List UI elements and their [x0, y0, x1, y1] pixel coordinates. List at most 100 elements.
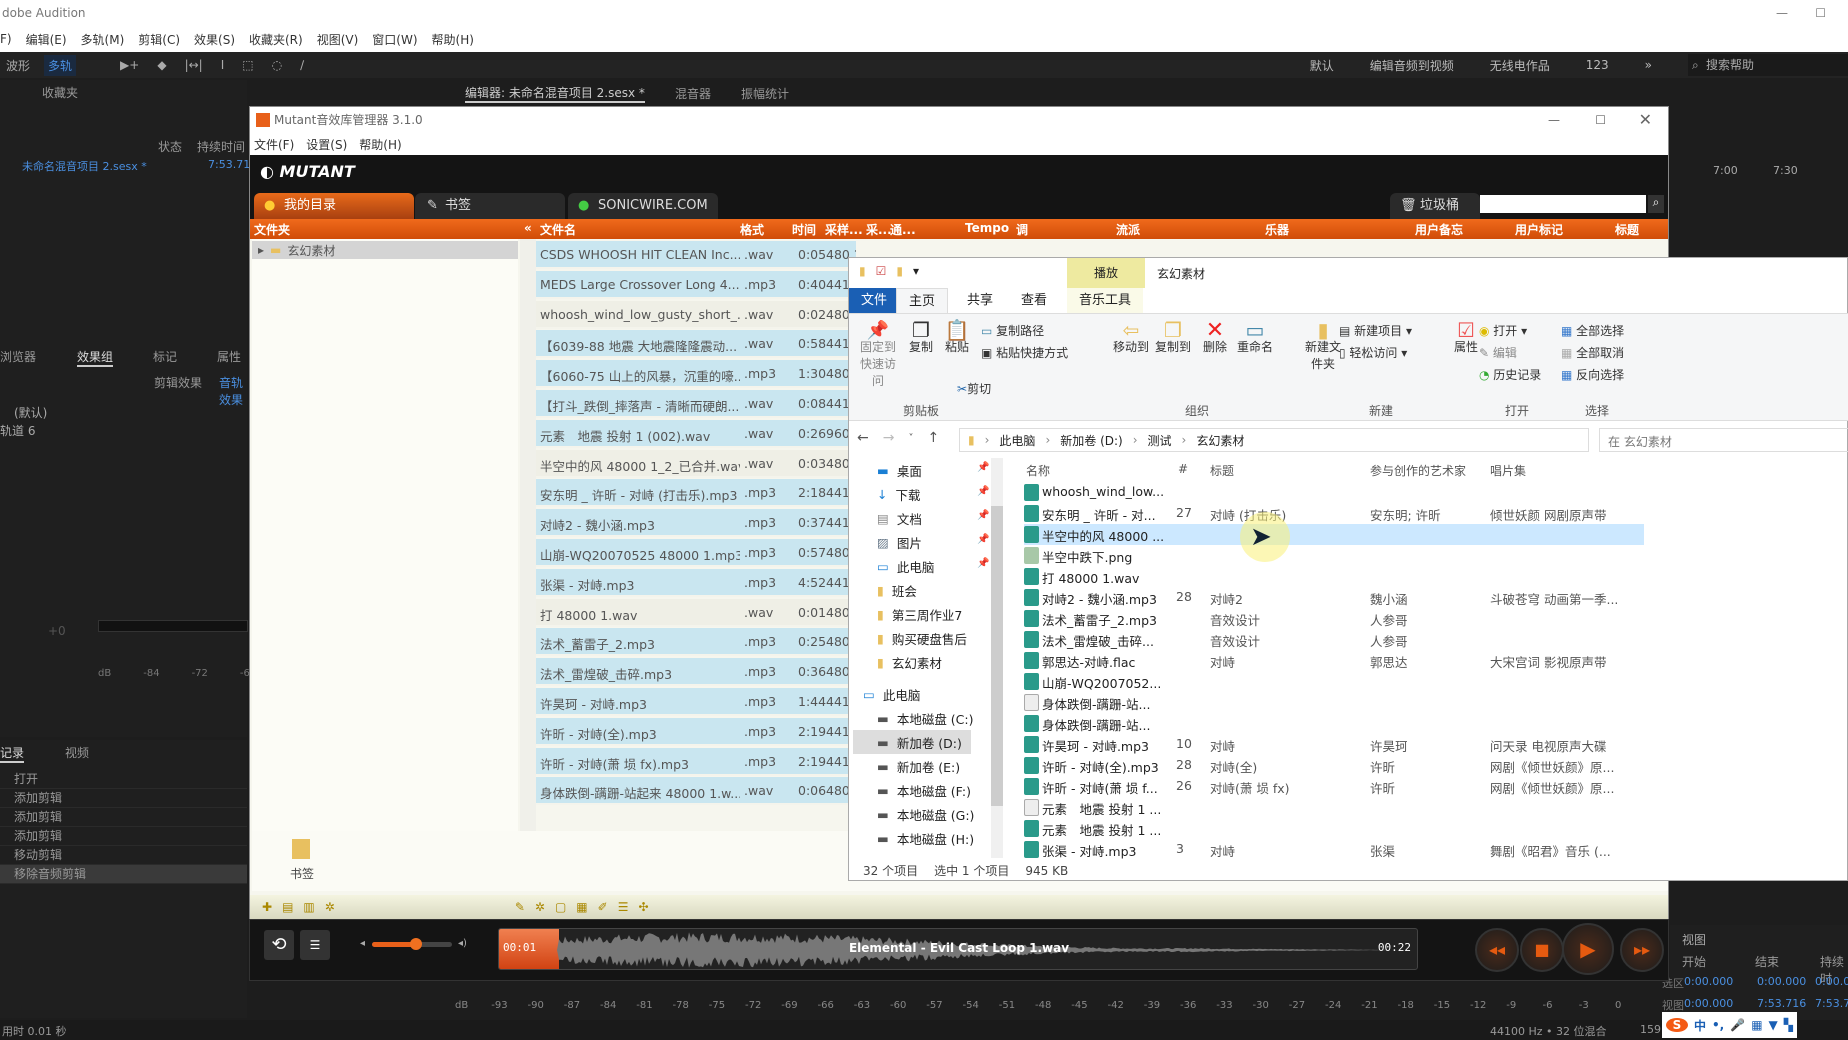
file-row[interactable]: 元素 地震 投射 1 (002).wav.wav0:26960...: [536, 419, 856, 448]
recent-dropdown[interactable]: ˅: [908, 433, 913, 444]
breadcrumb-item[interactable]: 玄幻素材: [1196, 432, 1244, 449]
search-icon[interactable]: ⌕: [1648, 195, 1664, 213]
marquee-tool-icon[interactable]: ⬚: [238, 56, 257, 74]
tab-view[interactable]: 查看: [1009, 288, 1059, 313]
view-start[interactable]: 0:00.000: [1684, 997, 1733, 1010]
file-row[interactable]: 许昕 - 对峙(全).mp3.mp32:19441...: [536, 717, 856, 746]
file-row[interactable]: MEDS Large Crossover Long 4... .mp3 0:40 44…: [536, 270, 856, 299]
file-row[interactable]: 【打斗_跌倒_摔落声 - 清晰而硬朗....wav0:08441...: [536, 390, 856, 418]
time-selection-tool-icon[interactable]: I: [217, 56, 229, 74]
explorer-search-input[interactable]: 在 玄幻素材: [1599, 428, 1848, 452]
copy-path-button[interactable]: ▭ 复制路径: [981, 322, 1044, 339]
col-format[interactable]: 格式: [740, 221, 764, 238]
col-key[interactable]: 调: [1016, 221, 1028, 238]
breadcrumb-separator[interactable]: ›: [1182, 433, 1187, 447]
keyboard-icon[interactable]: ▦: [1751, 1018, 1762, 1032]
rename-button[interactable]: ▭ 重命名: [1235, 320, 1275, 356]
slip-tool-icon[interactable]: |↔|: [181, 56, 207, 74]
gear-icon[interactable]: ✲: [535, 900, 545, 914]
history-item[interactable]: 添加剪辑: [0, 789, 247, 808]
selection-end[interactable]: 0:00.000: [1757, 975, 1806, 988]
file-row[interactable]: 安东明 _ 许昕 - 对... 27 对峙 (打击乐) 安东明; 许昕 倾世妖颜 网剧原…: [1024, 503, 1644, 524]
nav-item[interactable]: ▬ 桌面: [877, 458, 922, 482]
col-sample-rate[interactable]: 采样...: [825, 221, 863, 238]
col-name[interactable]: 名称: [1026, 462, 1050, 479]
breadcrumb-separator[interactable]: ›: [985, 433, 990, 447]
col-tempo[interactable]: Tempo: [965, 221, 1009, 235]
maximize-button[interactable]: ☐: [1815, 0, 1826, 26]
preset-select[interactable]: (默认): [14, 404, 47, 421]
waveform-seekbar[interactable]: 00:01 Elemental - Evil Cast Loop 1.wav 0…: [498, 928, 1418, 970]
col-title[interactable]: 标题: [1210, 462, 1234, 479]
file-row[interactable]: 打 48000 1.wav.wav0:01480...: [536, 598, 856, 627]
waveform-icon[interactable]: ✣: [638, 900, 648, 914]
open-button[interactable]: ◉ 打开 ▾: [1479, 322, 1527, 339]
workspace-radio[interactable]: 无线电作品: [1490, 57, 1550, 74]
skin-icon[interactable]: ▼: [1769, 1018, 1778, 1032]
lasso-tool-icon[interactable]: ◌: [268, 56, 286, 74]
sogou-icon[interactable]: S: [1666, 1018, 1688, 1032]
multitrack-button[interactable]: 多轨: [44, 54, 77, 76]
fast-forward-button[interactable]: ▸▸: [1620, 928, 1664, 972]
track-effects-tab[interactable]: 音轨效果: [219, 374, 247, 408]
file-row[interactable]: whoosh_wind_low...: [1024, 482, 1644, 503]
tab-video[interactable]: 视频: [65, 744, 89, 761]
playlist-button[interactable]: ☰: [300, 930, 330, 960]
edit-button[interactable]: ✎ 编辑: [1479, 344, 1517, 361]
paste-shortcut-button[interactable]: ▣ 粘贴快捷方式: [981, 344, 1068, 361]
stop-button[interactable]: ■: [1520, 928, 1564, 972]
file-row[interactable]: 元素 地震 投射 1 ...: [1024, 797, 1644, 818]
table-icon[interactable]: ▦: [576, 900, 587, 914]
customize-dropdown-icon[interactable]: ▾: [913, 264, 919, 278]
trash-button[interactable]: 🗑 垃圾桶: [1390, 193, 1480, 219]
rewind-button[interactable]: ◂◂: [1475, 928, 1519, 972]
tab-share[interactable]: 共享: [955, 288, 1005, 313]
tab-home[interactable]: 主页: [896, 288, 949, 313]
col-time[interactable]: 时间: [792, 221, 816, 238]
gain-value[interactable]: +0: [48, 624, 66, 638]
new-item-button[interactable]: ▤ 新建项目 ▾: [1339, 322, 1412, 339]
expand-icon[interactable]: ▸: [258, 243, 264, 257]
select-all-button[interactable]: ▦ 全部选择: [1561, 322, 1624, 339]
pin-icon[interactable]: 📌: [977, 462, 989, 473]
menu-settings[interactable]: 设置(S): [306, 136, 347, 153]
file-row[interactable]: 安东明 _ 许昕 - 对峙 (打击乐).mp3.mp32:18441...: [536, 479, 856, 508]
file-row[interactable]: 元素 地震 投射 1 ...: [1024, 818, 1644, 839]
tab-browser[interactable]: 浏览器: [0, 348, 36, 365]
file-row[interactable]: 身体跌倒-蹒跚-站起来 48000 1.w....wav0:06480...: [536, 777, 856, 806]
file-row[interactable]: 身体跌倒-蹒跚-站...: [1024, 713, 1644, 734]
col-album[interactable]: 唱片集: [1490, 462, 1526, 479]
col-instrument[interactable]: 乐器: [1265, 221, 1289, 238]
menu-help[interactable]: 帮助(H): [432, 31, 474, 48]
tab-properties[interactable]: 属性: [217, 348, 241, 365]
menu-multitrack[interactable]: 多轨(M): [81, 31, 125, 48]
tools-icon[interactable]: ▚: [1784, 1018, 1793, 1032]
file-row[interactable]: 法术_蓄雷子_2.mp3.mp30:25480...: [536, 628, 856, 657]
col-user-tags[interactable]: 用户标记: [1515, 221, 1563, 238]
tab-amplitude-stats[interactable]: 振幅统计: [741, 85, 789, 102]
menu-edit[interactable]: 编辑(E): [26, 31, 67, 48]
add-icon[interactable]: ✚: [262, 900, 272, 914]
col-duration[interactable]: 持续时间: [197, 138, 245, 155]
col-title[interactable]: 标题: [1615, 221, 1639, 238]
history-item[interactable]: 移除音频剪辑: [0, 865, 247, 884]
new-folder-icon[interactable]: ▤: [282, 900, 293, 914]
move-tool-icon[interactable]: ▶+: [116, 56, 143, 74]
file-row[interactable]: 对峙2 - 魏小涵.mp3.mp30:37441...: [536, 509, 856, 538]
paste-button[interactable]: 📋 粘贴: [941, 320, 973, 356]
history-item[interactable]: 移动剪辑: [0, 846, 247, 865]
tab-favorites[interactable]: 收藏夹: [42, 84, 78, 101]
tab-music-tools[interactable]: 音乐工具: [1067, 288, 1144, 313]
tab-effects-rack[interactable]: 效果组: [77, 348, 114, 367]
menu-file[interactable]: F): [0, 32, 12, 46]
delete-folder-icon[interactable]: ▥: [303, 900, 314, 914]
file-row[interactable]: 许昊珂 - 对峙.mp3 10 对峙 许昊珂 问天录 电视原声大碟: [1024, 734, 1644, 755]
mutant-search-input[interactable]: [1480, 195, 1646, 213]
forward-button[interactable]: →: [883, 430, 895, 446]
file-row[interactable]: 身体跌倒-蹒跚-站...: [1024, 692, 1644, 713]
new-folder-button[interactable]: ▮ 新建文件夹: [1305, 320, 1341, 373]
file-row[interactable]: CSDS WHOOSH HIT CLEAN Inc... .wav 0:05 480.…: [536, 241, 856, 269]
bookmark-folder-icon[interactable]: [292, 839, 310, 859]
file-row[interactable]: 张渠 - 对峙.mp3 3 对峙 张渠 舞剧《昭君》音乐 (...: [1024, 839, 1644, 860]
copy-to-button[interactable]: ❐ 复制到: [1153, 320, 1193, 356]
